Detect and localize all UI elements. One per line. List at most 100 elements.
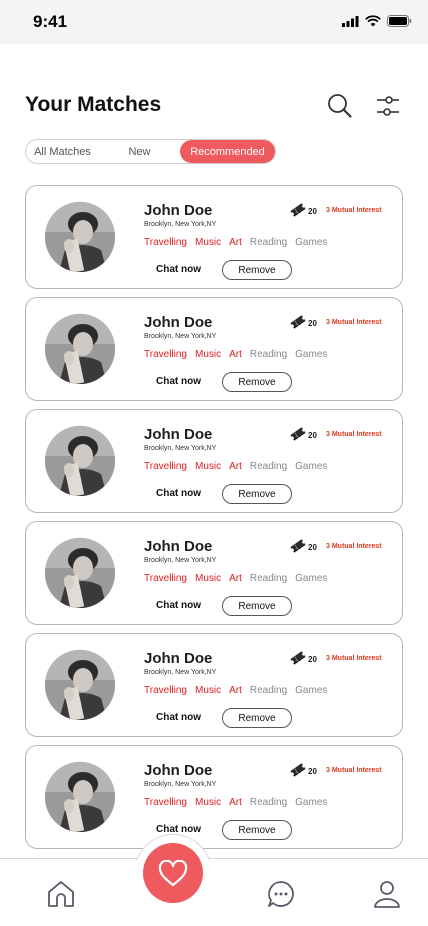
interest-tag: Games (295, 349, 328, 360)
match-name: John Doe (144, 202, 213, 219)
avatar[interactable] (45, 762, 115, 832)
interest-tag: Travelling (144, 461, 187, 472)
interest-tag: Music (194, 797, 222, 808)
status-bar: 9:41 (0, 0, 428, 44)
chat-now-button[interactable]: Chat now (156, 712, 201, 723)
interest-tags: Travelling Music Art Reading Games (144, 237, 335, 248)
interest-tags: Travelling Music Art Reading Games (144, 797, 335, 808)
chat-now-button[interactable]: Chat now (156, 264, 201, 275)
interest-tag: Games (295, 685, 328, 696)
match-card[interactable]: John Doe Brooklyn, New York,NY 20 3 Mutu… (25, 745, 403, 849)
search-icon[interactable] (327, 93, 353, 119)
interest-tag: Games (295, 237, 328, 248)
wifi-icon (365, 15, 381, 27)
match-name: John Doe (144, 426, 213, 443)
remove-button[interactable]: Remove (222, 708, 292, 728)
interest-tag: Music (194, 237, 222, 248)
ticket-icon (290, 763, 306, 777)
remove-button[interactable]: Remove (222, 372, 292, 392)
match-card[interactable]: John Doe Brooklyn, New York,NY 20 3 Mutu… (25, 633, 403, 737)
chat-now-button[interactable]: Chat now (156, 376, 201, 387)
match-location: Brooklyn, New York,NY (144, 781, 217, 788)
heart-icon (158, 859, 188, 886)
match-name: John Doe (144, 538, 213, 555)
match-card[interactable]: John Doe Brooklyn, New York,NY 20 3 Mutu… (25, 521, 403, 625)
interest-tag: Reading (249, 461, 288, 472)
filter-sliders-icon[interactable] (375, 93, 401, 119)
avatar[interactable] (45, 314, 115, 384)
interest-tag: Games (295, 797, 328, 808)
remove-button[interactable]: Remove (222, 820, 292, 840)
interest-tag: Reading (249, 237, 288, 248)
chat-now-button[interactable]: Chat now (156, 488, 201, 499)
match-location: Brooklyn, New York,NY (144, 557, 217, 564)
battery-icon (387, 15, 412, 27)
avatar[interactable] (45, 650, 115, 720)
interest-tag: Reading (249, 573, 288, 584)
match-name: John Doe (144, 314, 213, 331)
interest-count: 20 (308, 655, 317, 664)
status-icons (342, 15, 412, 27)
match-location: Brooklyn, New York,NY (144, 669, 217, 676)
interest-count: 20 (308, 543, 317, 552)
interest-tag: Music (194, 461, 222, 472)
match-location: Brooklyn, New York,NY (144, 445, 217, 452)
interest-tags: Travelling Music Art Reading Games (144, 461, 335, 472)
interest-tag: Art (229, 461, 242, 472)
interest-tag: Travelling (144, 797, 187, 808)
match-card[interactable]: John Doe Brooklyn, New York,NY 20 3 Mutu… (25, 185, 403, 289)
remove-button[interactable]: Remove (222, 484, 292, 504)
remove-button[interactable]: Remove (222, 260, 292, 280)
chat-icon[interactable] (266, 879, 296, 909)
home-icon[interactable] (46, 879, 76, 909)
interest-tag: Reading (249, 685, 288, 696)
interest-count: 20 (308, 431, 317, 440)
interest-tag: Art (229, 573, 242, 584)
interest-tag: Music (194, 685, 222, 696)
interest-tag: Reading (249, 349, 288, 360)
interest-tag: Games (295, 573, 328, 584)
interest-tag: Games (295, 461, 328, 472)
interest-tag: Music (194, 349, 222, 360)
match-card[interactable]: John Doe Brooklyn, New York,NY 20 3 Mutu… (25, 409, 403, 513)
interest-count: 20 (308, 319, 317, 328)
match-name: John Doe (144, 650, 213, 667)
mutual-interest-label: 3 Mutual Interest (326, 767, 382, 774)
ticket-icon (290, 651, 306, 665)
tab-recommended[interactable]: Recommended (180, 140, 275, 163)
match-name: John Doe (144, 762, 213, 779)
match-card[interactable]: John Doe Brooklyn, New York,NY 20 3 Mutu… (25, 297, 403, 401)
filter-tabs: All Matches New Recommended (25, 139, 276, 164)
mutual-interest-label: 3 Mutual Interest (326, 543, 382, 550)
chat-now-button[interactable]: Chat now (156, 824, 201, 835)
ticket-icon (290, 315, 306, 329)
chat-now-button[interactable]: Chat now (156, 600, 201, 611)
interest-tag: Travelling (144, 573, 187, 584)
remove-button[interactable]: Remove (222, 596, 292, 616)
avatar[interactable] (45, 202, 115, 272)
match-location: Brooklyn, New York,NY (144, 333, 217, 340)
ticket-icon (290, 427, 306, 441)
matches-fab-button[interactable] (143, 843, 203, 903)
ticket-icon (290, 203, 306, 217)
interest-tag: Travelling (144, 685, 187, 696)
page-title: Your Matches (25, 93, 162, 116)
interest-tags: Travelling Music Art Reading Games (144, 573, 335, 584)
mutual-interest-label: 3 Mutual Interest (326, 655, 382, 662)
mutual-interest-label: 3 Mutual Interest (326, 319, 382, 326)
avatar[interactable] (45, 538, 115, 608)
cellular-signal-icon (342, 15, 359, 27)
interest-tag: Reading (249, 797, 288, 808)
interest-tag: Art (229, 685, 242, 696)
interest-tag: Music (194, 573, 222, 584)
tab-all-matches[interactable]: All Matches (26, 140, 99, 163)
mutual-interest-label: 3 Mutual Interest (326, 431, 382, 438)
profile-icon[interactable] (372, 879, 402, 909)
interest-tag: Art (229, 797, 242, 808)
tab-new[interactable]: New (99, 140, 180, 163)
interest-tag: Art (229, 349, 242, 360)
match-location: Brooklyn, New York,NY (144, 221, 217, 228)
avatar[interactable] (45, 426, 115, 496)
interest-tags: Travelling Music Art Reading Games (144, 349, 335, 360)
interest-tag: Art (229, 237, 242, 248)
